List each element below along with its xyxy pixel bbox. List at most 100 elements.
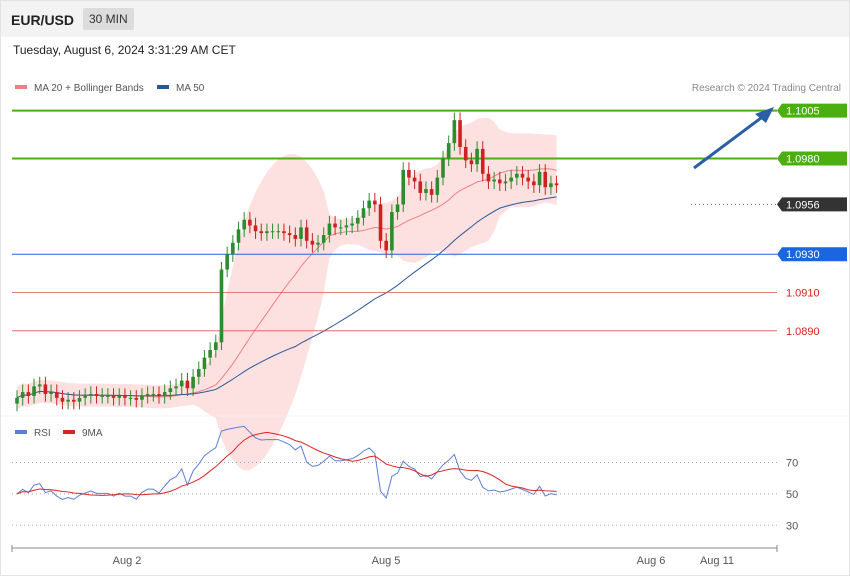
level-label-1.0930: 1.0930 bbox=[786, 249, 820, 261]
candle-body bbox=[185, 380, 190, 389]
level-label-1.0980: 1.0980 bbox=[786, 153, 820, 165]
candle-body bbox=[401, 169, 406, 205]
candle-body bbox=[390, 212, 394, 251]
ma20-legend-swatch bbox=[15, 85, 27, 89]
chart-frame: EUR/USD 30 MIN Tuesday, August 6, 2024 3… bbox=[0, 0, 850, 576]
candle-body bbox=[509, 177, 513, 182]
level-label-1.0910: 1.0910 bbox=[786, 288, 820, 300]
candle-body bbox=[287, 233, 292, 236]
candle-body bbox=[162, 392, 167, 396]
candle-body bbox=[259, 231, 264, 234]
x-tick-aug6: Aug 6 bbox=[637, 555, 666, 567]
candle-body bbox=[208, 349, 212, 358]
rsi-level-label-70: 70 bbox=[786, 458, 798, 470]
candle-body bbox=[458, 120, 462, 147]
candle-body bbox=[304, 227, 309, 241]
price-chart[interactable]: MA 20 + Bollinger Bands MA 50 Research ©… bbox=[1, 1, 849, 575]
level-label-1.0956: 1.0956 bbox=[786, 199, 820, 211]
candle-body bbox=[373, 200, 377, 205]
candle-body bbox=[452, 120, 457, 144]
candle-body bbox=[549, 183, 553, 188]
candle-body bbox=[282, 231, 286, 234]
candle-body bbox=[49, 392, 53, 395]
candle-body bbox=[20, 392, 25, 398]
candle-body bbox=[253, 225, 258, 232]
candle-body bbox=[140, 395, 144, 400]
candle-body bbox=[191, 376, 195, 389]
candle-body bbox=[270, 231, 275, 233]
candle-body bbox=[407, 169, 411, 178]
candle-body bbox=[151, 394, 156, 396]
candle-body bbox=[174, 386, 178, 389]
candle-body bbox=[242, 219, 246, 230]
candle-body bbox=[356, 217, 360, 224]
candle-body bbox=[441, 158, 445, 178]
candle-body bbox=[424, 189, 428, 193]
candle-body bbox=[543, 171, 548, 188]
candle-body bbox=[265, 231, 269, 234]
candle-body bbox=[469, 160, 474, 165]
candle-body bbox=[532, 181, 536, 186]
candle-body bbox=[429, 189, 434, 195]
candle-body bbox=[37, 384, 42, 387]
candle-body bbox=[384, 240, 388, 251]
candle-body bbox=[418, 181, 423, 193]
candle-body bbox=[196, 369, 201, 377]
candle-body bbox=[492, 179, 496, 182]
candle-body bbox=[367, 200, 371, 209]
ma50-legend-label: MA 50 bbox=[176, 83, 205, 94]
candle-body bbox=[475, 148, 479, 165]
x-tick-aug5: Aug 5 bbox=[372, 555, 401, 567]
candle-body bbox=[412, 177, 417, 182]
candle-body bbox=[299, 227, 303, 239]
candle-body bbox=[94, 394, 99, 396]
candle-body bbox=[350, 223, 354, 226]
candle-body bbox=[117, 395, 122, 398]
candle-body bbox=[361, 208, 366, 218]
candle-body bbox=[316, 242, 320, 245]
ma20-legend-label: MA 20 + Bollinger Bands bbox=[34, 83, 144, 94]
rsi-ma-legend-label: 9MA bbox=[82, 428, 103, 439]
x-tick-aug11: Aug 11 bbox=[700, 555, 734, 567]
candle-body bbox=[123, 395, 127, 398]
candle-body bbox=[111, 395, 116, 398]
candle-body bbox=[54, 392, 59, 398]
candle-body bbox=[15, 397, 19, 404]
candle-body bbox=[395, 204, 400, 213]
level-label-1.1005: 1.1005 bbox=[786, 106, 820, 118]
credit-label: Research © 2024 Trading Central bbox=[692, 83, 841, 94]
candle-body bbox=[145, 394, 150, 396]
candle-body bbox=[32, 386, 36, 396]
candle-body bbox=[202, 357, 207, 370]
rsi-level-label-50: 50 bbox=[786, 489, 798, 501]
candle-body bbox=[168, 388, 173, 393]
rsi-legend-label: RSI bbox=[34, 428, 51, 439]
candle-body bbox=[77, 397, 82, 402]
candle-body bbox=[83, 395, 87, 398]
level-label-1.0890: 1.0890 bbox=[786, 326, 820, 338]
candle-body bbox=[157, 394, 161, 396]
rsi-level-label-30: 30 bbox=[786, 520, 798, 532]
candle-body bbox=[378, 204, 383, 241]
rsi-ma-line bbox=[16, 431, 557, 496]
candle-body bbox=[554, 183, 559, 186]
candle-body bbox=[225, 254, 229, 270]
candle-body bbox=[128, 397, 133, 399]
candle-body bbox=[72, 399, 76, 402]
candle-body bbox=[248, 219, 252, 226]
candle-body bbox=[179, 380, 184, 387]
candle-body bbox=[89, 394, 93, 396]
candle-body bbox=[537, 171, 542, 186]
candle-body bbox=[498, 179, 502, 184]
bollinger-band-area bbox=[17, 117, 557, 471]
candle-body bbox=[214, 342, 218, 350]
candle-body bbox=[520, 173, 525, 178]
x-tick-aug2: Aug 2 bbox=[113, 555, 142, 567]
candle-body bbox=[134, 397, 139, 400]
candle-body bbox=[43, 384, 48, 395]
candle-body bbox=[486, 173, 491, 182]
candle-body bbox=[327, 223, 332, 236]
candle-body bbox=[231, 242, 235, 255]
candle-body bbox=[480, 148, 485, 174]
candle-body bbox=[100, 395, 104, 397]
